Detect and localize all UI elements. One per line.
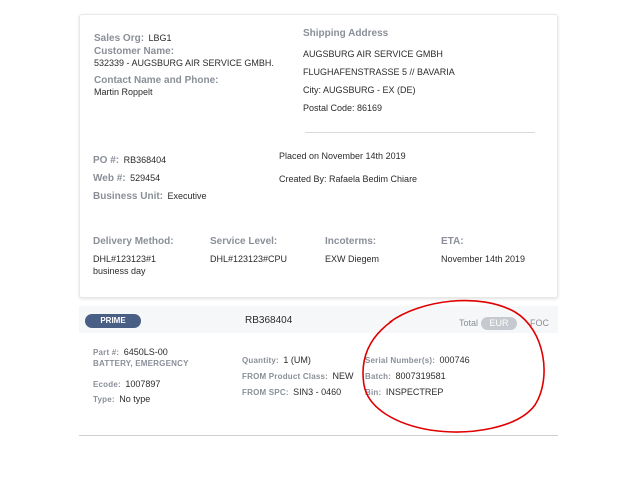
bin: Bin: INSPECTREP [365,382,443,400]
delivery-method-value: DHL#123123#1 [93,254,157,264]
contact-value: Martin Roppelt [94,87,153,97]
delivery-method-label: Delivery Method: [93,236,174,247]
service-level-label: Service Level: [210,236,278,247]
quantity-value: 1 (UM) [283,355,311,365]
eta-label: ETA: [441,236,464,247]
created-by: Created By: Rafaela Bedim Chiare [279,174,418,184]
serial-numbers-label: Serial Number(s): [365,356,436,365]
ecode-value: 1007897 [125,379,161,389]
contact-label: Contact Name and Phone: [94,75,219,86]
customer-name-value: 532339 - AUGSBURG AIR SERVICE GMBH. [94,58,274,68]
batch-label: Batch: [365,372,392,381]
serial-numbers-value: 000746 [439,355,470,365]
bin-value: INSPECTREP [385,387,444,397]
shipping-address-label: Shipping Address [303,28,389,39]
web-value: 529454 [130,173,161,183]
type-value: No type [119,394,151,404]
incoterms-label: Incoterms: [325,236,377,247]
from-spc-label: FROM SPC: [242,388,289,397]
service-level-value: DHL#123123#CPU [210,254,288,264]
sales-org-value: LBG1 [148,33,172,43]
from-product-class-value: NEW [332,371,354,381]
sales-org-label: Sales Org: [94,33,145,44]
total-label: Total [459,318,479,328]
shipping-line: FLUGHAFENSTRASSE 5 // BAVARIA [303,67,455,77]
from-spc-value: SIN3 - 0460 [293,387,342,397]
line-item: PRIME RB368404 Total EUR FOC Part #: 645… [79,306,558,436]
ecode-label: Ecode: [93,380,121,389]
delivery-method-value-line2: business day [93,266,146,276]
business-unit-label: Business Unit: [93,191,164,202]
eta-value: November 14th 2019 [441,254,526,264]
quantity-label: Quantity: [242,356,279,365]
business-unit: Business Unit: Executive [93,186,207,204]
batch-value: 8007319581 [395,371,446,381]
po-label: PO #: [93,155,120,166]
currency-toggle-eur[interactable]: EUR [481,317,517,330]
po-number: PO #: RB368404 [93,150,166,168]
incoterms-value: EXW Diegem [325,254,380,264]
part-number: Part #: 6450LS-00 [93,342,168,360]
web-label: Web #: [93,173,126,184]
placed-on: Placed on November 14th 2019 [279,151,406,161]
part-value: 6450LS-00 [123,347,168,357]
prime-badge: PRIME [85,314,141,328]
currency-toggle-foc[interactable]: FOC [530,318,549,328]
po-value: RB368404 [123,155,167,165]
type-label: Type: [93,395,115,404]
bin-label: Bin: [365,388,382,397]
customer-name-label: Customer Name: [94,46,175,57]
type: Type: No type [93,389,150,407]
shipping-line: AUGSBURG AIR SERVICE GMBH [303,49,443,59]
line-item-order-ref: RB368404 [245,315,293,326]
shipping-line: City: AUGSBURG - EX (DE) [303,85,416,95]
part-description: BATTERY, EMERGENCY [93,359,189,368]
business-unit-value: Executive [167,191,207,201]
from-spc: FROM SPC: SIN3 - 0460 [242,382,341,400]
shipping-line: Postal Code: 86169 [303,103,383,113]
line-item-header: PRIME RB368404 Total EUR FOC [79,306,558,333]
section-divider [305,132,535,133]
part-label: Part #: [93,348,120,357]
sales-org: Sales Org: LBG1 [94,28,172,46]
from-product-class-label: FROM Product Class: [242,372,329,381]
web-number: Web #: 529454 [93,168,160,186]
